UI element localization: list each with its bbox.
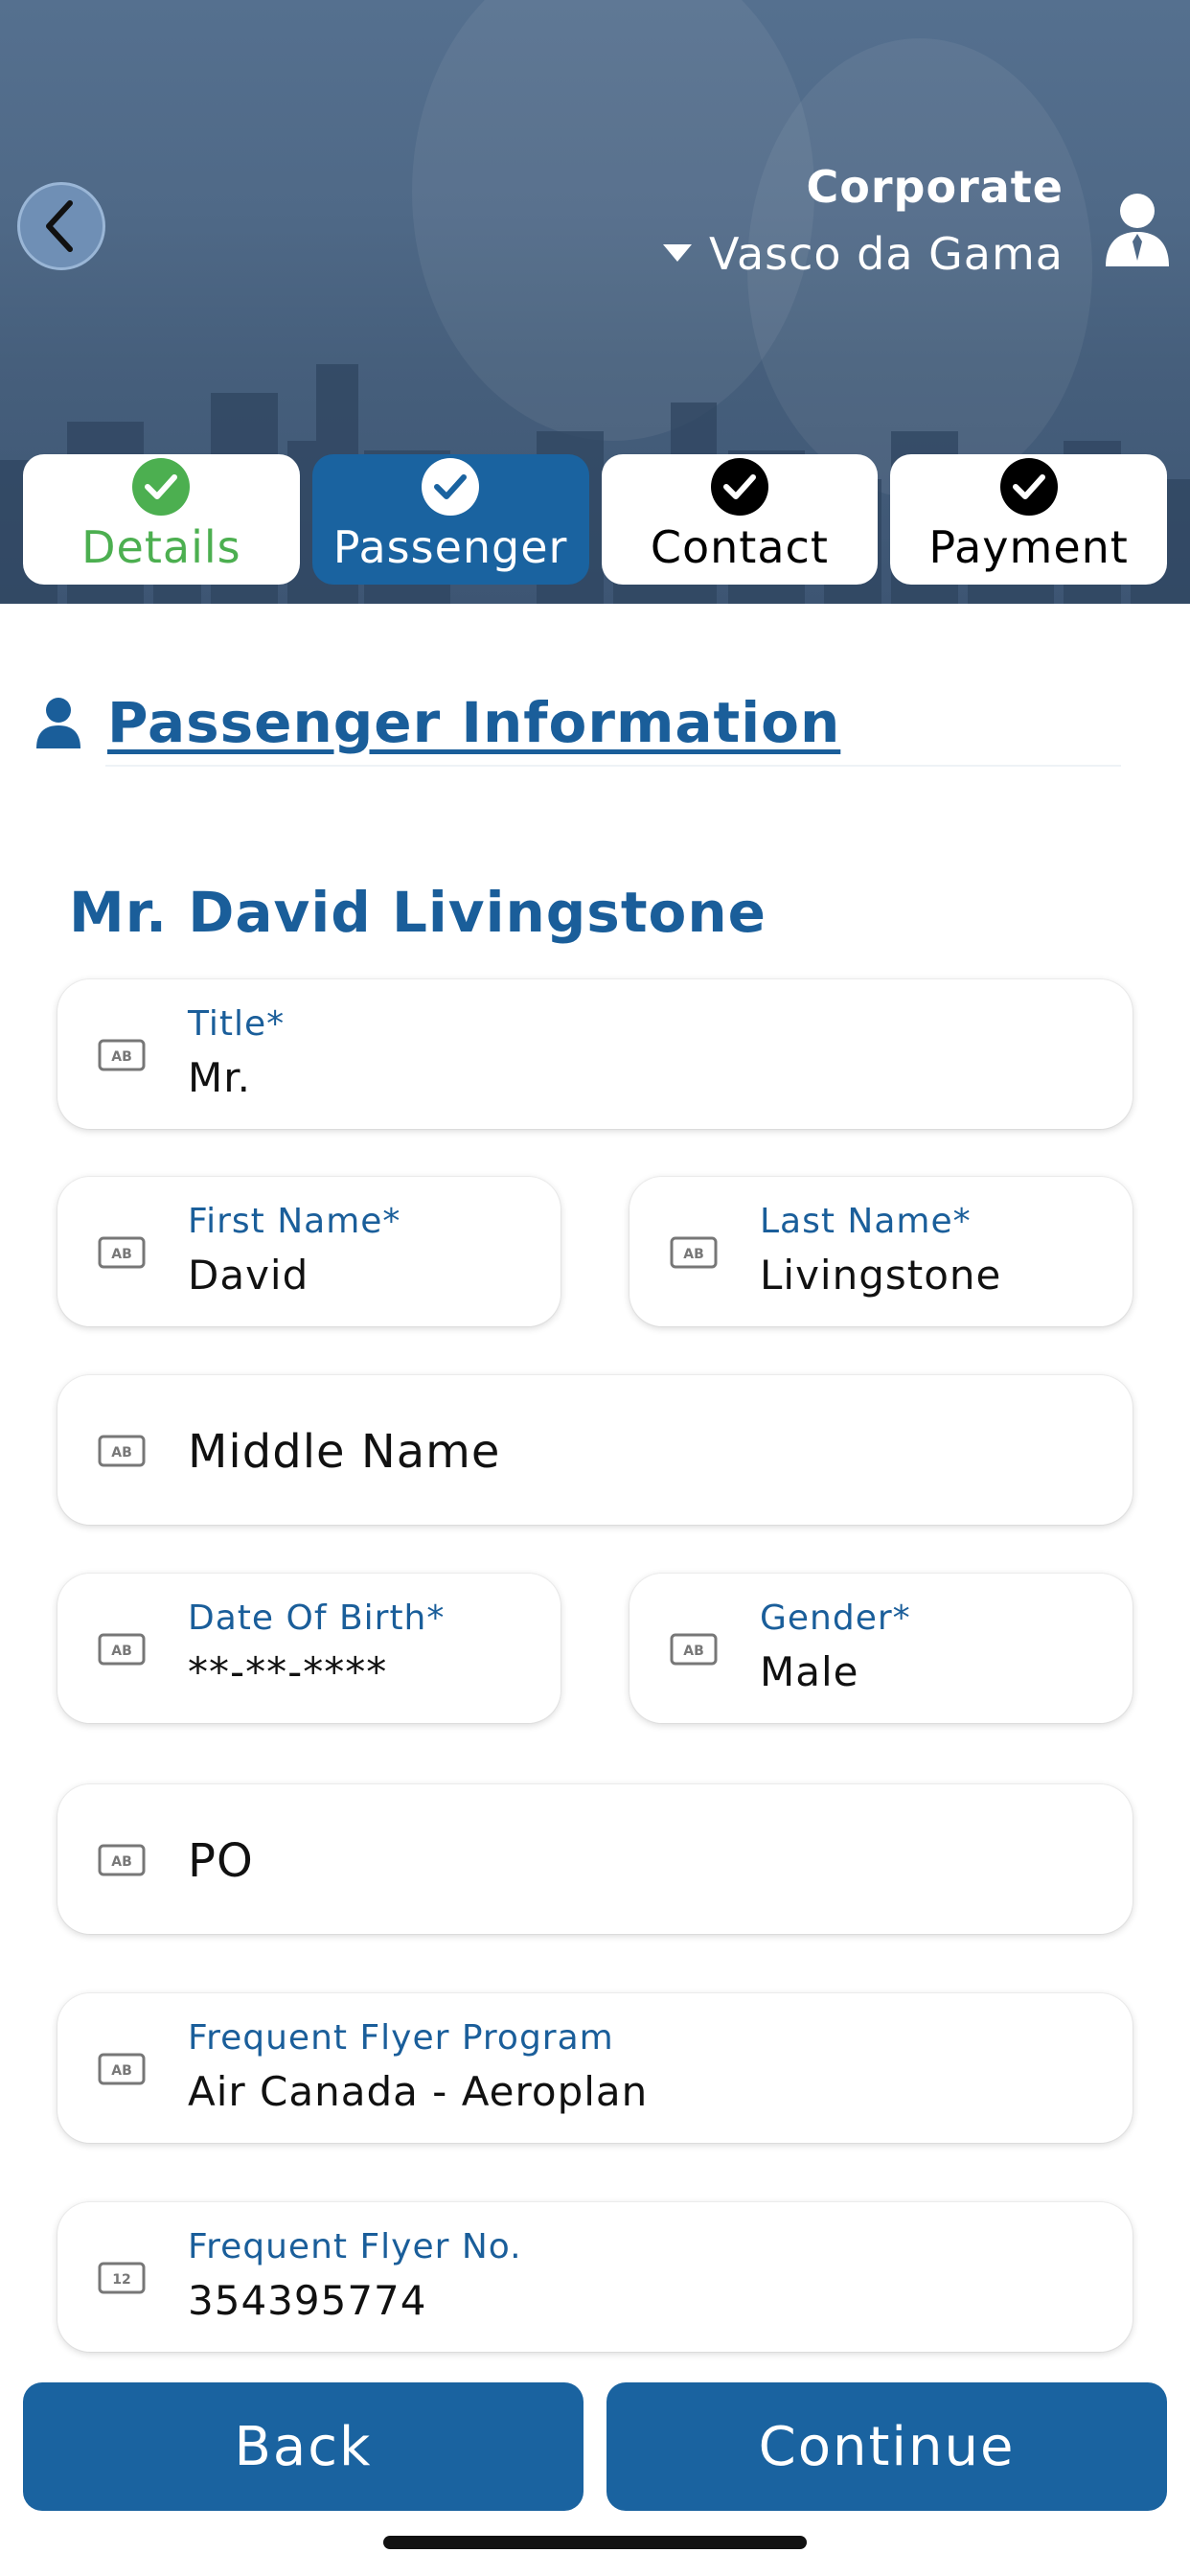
gender-field[interactable]: AB Gender* Male — [629, 1574, 1133, 1723]
svg-text:AB: AB — [111, 1854, 132, 1870]
booking-steps: Details Passenger Contact Payment — [23, 454, 1167, 585]
passenger-name-heading: Mr. David Livingstone — [69, 880, 767, 945]
svg-text:AB: AB — [111, 1644, 132, 1659]
step-passenger[interactable]: Passenger — [311, 454, 589, 585]
last-name-field[interactable]: AB Last Name* Livingstone — [629, 1177, 1133, 1326]
person-icon — [36, 698, 80, 748]
field-label: Date Of Birth* — [188, 1598, 446, 1638]
user-profile-icon[interactable] — [1104, 192, 1171, 268]
chevron-left-icon — [46, 200, 73, 252]
profile-name: Vasco da Gama — [709, 228, 1064, 280]
svg-text:AB: AB — [111, 1445, 132, 1460]
field-value: Livingstone — [760, 1252, 1002, 1299]
header-banner: Corporate Vasco da Gama Details Passenge… — [0, 0, 1190, 604]
title-field[interactable]: AB Title* Mr. — [57, 979, 1133, 1129]
check-circle-icon — [999, 458, 1058, 516]
field-value: David — [188, 1252, 309, 1299]
field-label: Title* — [188, 1004, 286, 1044]
text-field-icon: AB — [98, 2053, 146, 2085]
middle-name-field[interactable]: AB Middle Name — [57, 1375, 1133, 1525]
frequent-flyer-number-field[interactable]: 12 Frequent Flyer No. 354395774 — [57, 2202, 1133, 2352]
svg-text:AB: AB — [683, 1247, 704, 1262]
home-indicator — [383, 2536, 807, 2549]
check-circle-icon — [132, 458, 191, 516]
step-label: Details — [81, 521, 241, 573]
text-field-icon: AB — [98, 1039, 146, 1071]
svg-text:AB: AB — [111, 1049, 132, 1065]
field-value: Air Canada - Aeroplan — [188, 2068, 649, 2115]
text-field-icon: AB — [98, 1633, 146, 1666]
field-label: Gender* — [760, 1598, 911, 1638]
step-contact[interactable]: Contact — [601, 454, 879, 585]
account-switcher[interactable]: Corporate Vasco da Gama — [663, 161, 1064, 280]
continue-button[interactable]: Continue — [606, 2382, 1167, 2511]
field-label: Last Name* — [760, 1202, 972, 1241]
text-field-icon: AB — [98, 1236, 146, 1269]
divider — [105, 765, 1121, 767]
field-label: Frequent Flyer No. — [188, 2227, 522, 2266]
field-value: **-**-**** — [188, 1648, 388, 1695]
field-label: Frequent Flyer Program — [188, 2018, 614, 2058]
step-label: Payment — [928, 521, 1129, 573]
field-value: Mr. — [188, 1054, 251, 1101]
check-circle-icon — [710, 458, 768, 516]
step-details[interactable]: Details — [23, 454, 300, 585]
field-value: 354395774 — [188, 2277, 427, 2324]
numeric-field-icon: 12 — [98, 2262, 146, 2294]
back-button[interactable]: Back — [23, 2382, 584, 2511]
field-placeholder: Middle Name — [188, 1425, 501, 1479]
section-title[interactable]: Passenger Information — [107, 690, 840, 755]
svg-text:12: 12 — [112, 2272, 130, 2288]
text-field-icon: AB — [98, 1844, 146, 1876]
field-label: First Name* — [188, 1202, 401, 1241]
po-field[interactable]: AB PO — [57, 1784, 1133, 1934]
check-circle-icon — [422, 458, 480, 516]
section-header: Passenger Information — [36, 690, 840, 755]
field-value: Male — [760, 1648, 859, 1695]
caret-down-icon — [663, 244, 693, 262]
org-name: Corporate — [806, 161, 1064, 213]
svg-text:AB: AB — [111, 2063, 132, 2079]
step-payment[interactable]: Payment — [890, 454, 1167, 585]
text-field-icon: AB — [670, 1633, 718, 1666]
date-of-birth-field[interactable]: AB Date Of Birth* **-**-**** — [57, 1574, 561, 1723]
frequent-flyer-program-field[interactable]: AB Frequent Flyer Program Air Canada - A… — [57, 1993, 1133, 2143]
svg-text:AB: AB — [111, 1247, 132, 1262]
first-name-field[interactable]: AB First Name* David — [57, 1177, 561, 1326]
step-label: Passenger — [332, 521, 568, 573]
text-field-icon: AB — [98, 1435, 146, 1467]
field-placeholder: PO — [188, 1834, 254, 1888]
back-nav-button[interactable] — [17, 182, 105, 270]
text-field-icon: AB — [670, 1236, 718, 1269]
step-label: Contact — [650, 521, 829, 573]
svg-text:AB: AB — [683, 1644, 704, 1659]
profile-dropdown[interactable]: Vasco da Gama — [663, 228, 1064, 280]
